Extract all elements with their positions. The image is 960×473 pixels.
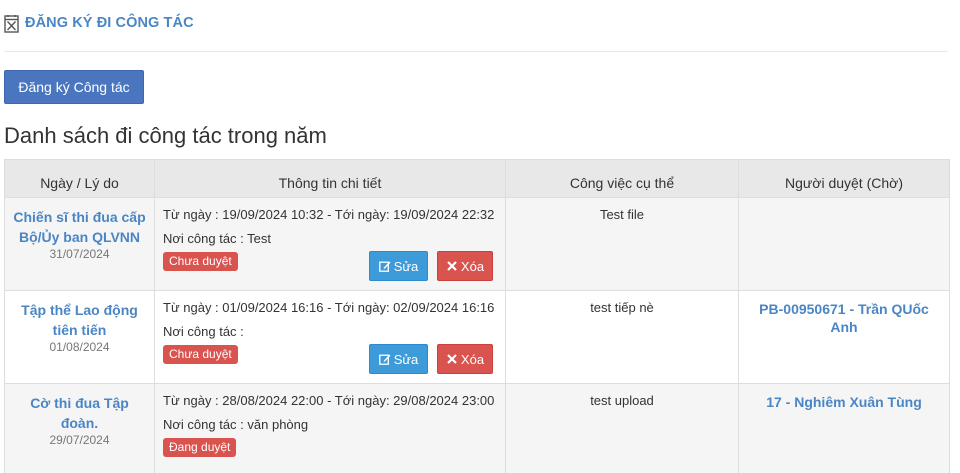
time-range: Từ ngày : 01/09/2024 16:16 - Tới ngày: 0… — [163, 300, 495, 315]
status-badge: Chưa duyệt — [163, 252, 238, 271]
reason-link[interactable]: Chiến sĩ thi đua cấp Bộ/Ủy ban QLVNN — [11, 207, 148, 247]
calendar-x-icon — [4, 14, 19, 33]
date-reason-cell: Cờ thi đua Tập đoàn. 29/07/2024 — [4, 383, 155, 473]
edit-button[interactable]: Sửa — [369, 344, 428, 374]
reason-link[interactable]: Cờ thi đua Tập đoàn. — [11, 393, 148, 433]
column-header-details: Thông tin chi tiết — [154, 159, 506, 198]
page-title: ĐĂNG KÝ ĐI CÔNG TÁC — [25, 15, 194, 31]
table-row: Chiến sĩ thi đua cấp Bộ/Ủy ban QLVNN 31/… — [4, 197, 950, 291]
section-title: Danh sách đi công tác trong năm — [4, 123, 327, 148]
delete-button[interactable]: Xóa — [437, 251, 493, 281]
edit-icon — [378, 261, 391, 272]
details-cell: Từ ngày : 01/09/2024 16:16 - Tới ngày: 0… — [154, 290, 506, 384]
work-description: test tiếp nè — [590, 300, 654, 315]
location: Nơi công tác : văn phòng — [163, 417, 309, 432]
work-description: test upload — [590, 393, 654, 408]
registration-date: 31/07/2024 — [49, 247, 110, 261]
trip-table: Ngày / Lý do Thông tin chi tiết Công việ… — [4, 159, 950, 473]
edit-button[interactable]: Sửa — [369, 251, 428, 281]
approver-link[interactable]: PB-00950671 - Trần QUốc Anh — [745, 300, 943, 336]
location: Nơi công tác : — [163, 324, 244, 339]
header-divider — [4, 51, 948, 52]
work-description: Test file — [599, 207, 645, 222]
approver-cell: PB-00950671 - Trần QUốc Anh — [738, 290, 950, 384]
date-reason-cell: Tập thể Lao động tiên tiến 01/08/2024 — [4, 290, 155, 384]
row-actions: Sửa Xóa — [369, 344, 493, 374]
close-icon — [447, 354, 457, 364]
delete-label: Xóa — [460, 351, 485, 367]
work-cell: test tiếp nè — [505, 290, 739, 384]
column-header-approver: Người duyệt (Chờ) — [738, 159, 950, 198]
row-actions: Sửa Xóa — [369, 251, 493, 281]
registration-date: 29/07/2024 — [49, 433, 110, 447]
delete-button[interactable]: Xóa — [437, 344, 493, 374]
page-header: ĐĂNG KÝ ĐI CÔNG TÁC — [4, 10, 194, 36]
approver-cell — [738, 197, 950, 291]
registration-date: 01/08/2024 — [49, 340, 110, 354]
delete-label: Xóa — [460, 258, 485, 274]
work-cell: test upload — [505, 383, 739, 473]
time-range: Từ ngày : 28/08/2024 22:00 - Tới ngày: 2… — [163, 393, 495, 408]
table-header-row: Ngày / Lý do Thông tin chi tiết Công việ… — [4, 159, 950, 198]
table-row: Cờ thi đua Tập đoàn. 29/07/2024 Từ ngày … — [4, 383, 950, 473]
approver-cell: 17 - Nghiêm Xuân Tùng — [738, 383, 950, 473]
column-header-work: Công việc cụ thể — [505, 159, 739, 198]
time-range: Từ ngày : 19/09/2024 10:32 - Tới ngày: 1… — [163, 207, 495, 222]
work-cell: Test file — [505, 197, 739, 291]
approver-link[interactable]: 17 - Nghiêm Xuân Tùng — [745, 393, 943, 411]
register-trip-button[interactable]: Đăng ký Công tác — [4, 70, 144, 104]
location: Nơi công tác : Test — [163, 231, 271, 246]
column-header-date-reason: Ngày / Lý do — [4, 159, 155, 198]
status-badge: Đang duyệt — [163, 438, 237, 457]
details-cell: Từ ngày : 19/09/2024 10:32 - Tới ngày: 1… — [154, 197, 506, 291]
reason-link[interactable]: Tập thể Lao động tiên tiến — [11, 300, 148, 340]
close-icon — [447, 261, 457, 271]
edit-icon — [378, 354, 391, 365]
status-badge: Chưa duyệt — [163, 345, 238, 364]
edit-label: Sửa — [393, 258, 419, 274]
edit-label: Sửa — [393, 351, 419, 367]
details-cell: Từ ngày : 28/08/2024 22:00 - Tới ngày: 2… — [154, 383, 506, 473]
table-row: Tập thể Lao động tiên tiến 01/08/2024 Từ… — [4, 290, 950, 384]
date-reason-cell: Chiến sĩ thi đua cấp Bộ/Ủy ban QLVNN 31/… — [4, 197, 155, 291]
